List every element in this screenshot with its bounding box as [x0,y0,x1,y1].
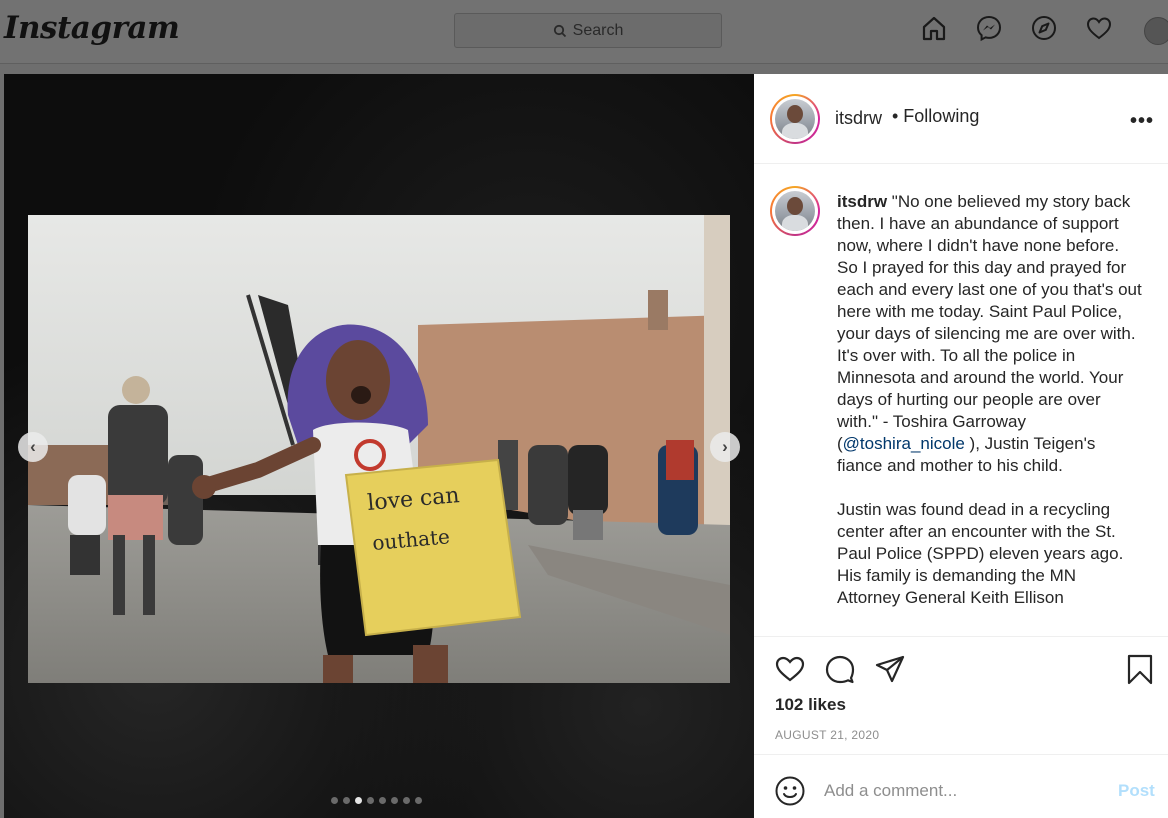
caption-paragraph-2: Justin was found dead in a recycling cen… [837,500,1124,607]
carousel-dot [367,797,374,804]
emoji-icon[interactable] [774,775,806,807]
add-comment-input[interactable] [824,775,1104,807]
author-username[interactable]: itsdrw [835,108,882,129]
search-icon [553,24,566,37]
heart-icon[interactable] [1085,14,1113,42]
caption-mention-link[interactable]: @toshira_nicole [843,434,965,453]
carousel-dot [343,797,350,804]
explore-icon[interactable] [1030,14,1058,42]
post-media: love can outhate ‹ › [4,74,754,818]
like-heart-icon[interactable] [774,653,806,685]
caption-author-avatar[interactable] [770,186,820,236]
post-photo: love can outhate [28,215,730,683]
search-box[interactable]: Search [454,13,722,48]
protest-photo-image: love can outhate [28,215,730,683]
like-count[interactable]: 102 likes [775,695,846,715]
more-options-button[interactable]: ••• [1130,110,1154,133]
bookmark-icon[interactable] [1124,653,1156,685]
comment-icon[interactable] [824,653,856,685]
post-actions: 102 likes AUGUST 21, 2020 [754,636,1168,754]
messenger-icon[interactable] [975,14,1003,42]
following-status[interactable]: • Following [892,106,979,127]
carousel-dot [379,797,386,804]
carousel-prev-button[interactable]: ‹ [18,432,48,462]
profile-avatar[interactable] [1144,17,1168,45]
post-date: AUGUST 21, 2020 [775,728,880,742]
carousel-dot [415,797,422,804]
caption-username[interactable]: itsdrw [837,192,887,211]
carousel-next-button[interactable]: › [710,432,740,462]
post-side-panel: itsdrw • Following ••• itsdrw "No one be… [754,74,1168,818]
instagram-logo[interactable]: Instagram [4,10,180,46]
author-avatar[interactable] [770,94,820,144]
caption-text: itsdrw "No one believed my story back th… [837,191,1143,631]
caption-area: itsdrw "No one believed my story back th… [754,164,1168,636]
carousel-dot [403,797,410,804]
share-icon[interactable] [874,653,906,685]
post-header: itsdrw • Following ••• [754,74,1168,164]
caption-paragraph-1: "No one believed my story back then. I h… [837,192,1142,453]
comment-bar: Post [754,754,1168,818]
search-placeholder: Search [572,21,624,39]
carousel-indicator [331,797,422,804]
carousel-dot [391,797,398,804]
carousel-dot-active [355,797,362,804]
top-nav: Instagram Search [0,0,1168,64]
post-comment-button[interactable]: Post [1118,781,1155,801]
carousel-dot [331,797,338,804]
home-icon[interactable] [920,14,948,42]
